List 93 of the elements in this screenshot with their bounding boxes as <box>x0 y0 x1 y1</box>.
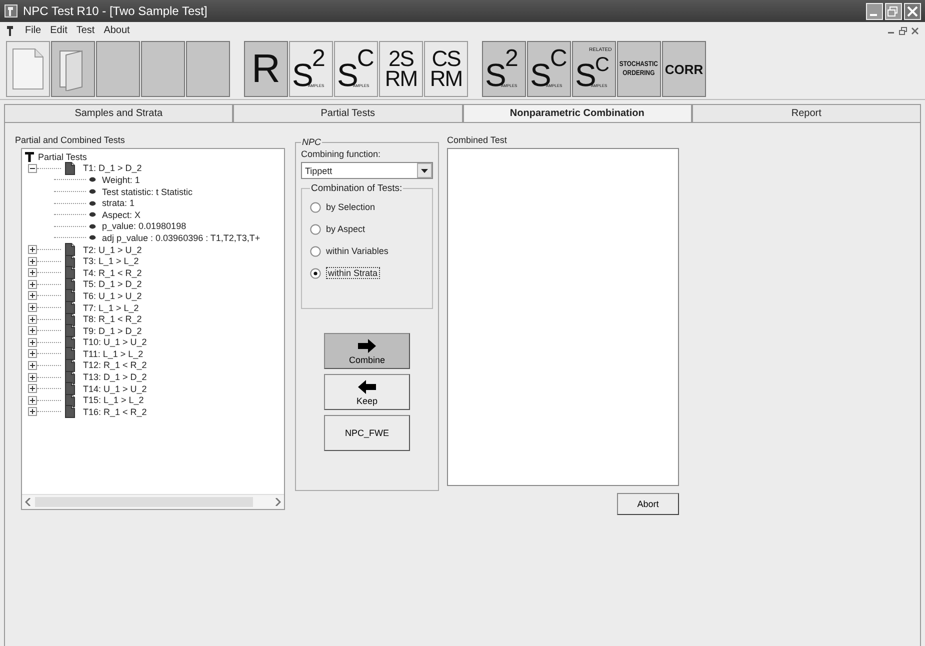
tab[interactable]: Nonparametric Combination <box>462 104 692 122</box>
action-button[interactable]: Combine <box>324 333 410 369</box>
collapse-icon[interactable] <box>28 164 37 173</box>
bullet-icon <box>89 200 96 206</box>
expand-icon[interactable] <box>28 268 37 278</box>
expand-icon[interactable] <box>28 303 37 312</box>
restore-icon[interactable] <box>899 26 907 34</box>
toolbar-button[interactable] <box>96 41 140 97</box>
tree-item[interactable]: T13: D_1 > D_2 <box>80 372 147 382</box>
maximize-icon[interactable] <box>885 2 902 20</box>
tree-item[interactable]: T9: D_1 > D_2 <box>80 326 142 336</box>
abort-button[interactable]: Abort <box>617 493 679 515</box>
radio-label[interactable]: by Aspect <box>326 224 366 234</box>
tree-item[interactable]: T11: L_1 > L_2 <box>80 348 144 359</box>
combining-function-dropdown[interactable]: Tippett <box>301 162 433 179</box>
expand-icon[interactable] <box>28 349 37 358</box>
tree-item[interactable]: adj p_value : 0.03960396 : T1,T2,T3,T+ <box>99 232 260 243</box>
horizontal-scrollbar[interactable] <box>22 494 284 509</box>
toolbar-button[interactable]: CS RM <box>424 41 468 97</box>
window-title: NPC Test R10 - [Two Sample Test] <box>23 4 208 18</box>
bullet-icon <box>89 189 96 194</box>
right-arrow-icon <box>357 338 377 354</box>
tree-item[interactable]: Aspect: X <box>99 210 141 220</box>
expand-icon[interactable] <box>28 245 37 254</box>
app-icon <box>4 4 18 18</box>
radio-button[interactable] <box>310 268 321 278</box>
expand-icon[interactable] <box>28 280 37 289</box>
toolbar-button[interactable] <box>186 41 230 97</box>
expand-icon[interactable] <box>28 372 37 382</box>
panel-title: Combined Test <box>447 135 508 145</box>
radio-label[interactable]: within Strata <box>326 267 380 279</box>
tree-item[interactable]: T8: R_1 < R_2 <box>80 314 142 324</box>
minimize-icon[interactable] <box>866 2 883 20</box>
tree-item[interactable]: T15: L_1 > L_2 <box>80 395 144 406</box>
tree-item[interactable]: T10: U_1 > U_2 <box>80 337 147 348</box>
group-title: NPC <box>301 137 322 147</box>
expand-icon[interactable] <box>28 314 37 324</box>
menu-item[interactable]: About <box>104 25 130 36</box>
toolbar-button[interactable]: CORR <box>662 41 706 97</box>
expand-icon[interactable] <box>28 360 37 370</box>
tree-item[interactable]: T5: D_1 > D_2 <box>80 279 142 290</box>
root-icon <box>25 152 34 162</box>
menu-item[interactable]: Edit <box>50 25 68 36</box>
expand-icon[interactable] <box>28 291 37 300</box>
radio-button[interactable] <box>310 224 321 234</box>
expand-icon[interactable] <box>28 407 37 416</box>
left-arrow-icon <box>357 378 377 394</box>
expand-icon[interactable] <box>28 396 37 405</box>
expand-icon[interactable] <box>28 338 37 347</box>
tree-item[interactable]: T14: U_1 > U_2 <box>80 384 147 394</box>
close-icon[interactable] <box>911 26 919 34</box>
scroll-left-icon[interactable] <box>25 498 31 506</box>
radio-label[interactable]: by Selection <box>326 202 376 212</box>
tree-item[interactable]: T7: L_1 > L_2 <box>80 302 139 313</box>
tree-item[interactable]: Partial Tests <box>35 152 87 162</box>
tree-item[interactable]: T3: L_1 > L_2 <box>80 256 139 266</box>
tree-item[interactable]: T4: R_1 < R_2 <box>80 268 142 278</box>
bullet-icon <box>89 212 96 218</box>
expand-icon[interactable] <box>28 384 37 394</box>
menu-item[interactable]: File <box>25 25 42 36</box>
tree-item[interactable]: T2: U_1 > U_2 <box>80 244 142 255</box>
group-title: Combination of Tests: <box>310 183 404 194</box>
menu-item[interactable]: Test <box>76 25 95 36</box>
tree-item[interactable]: Weight: 1 <box>99 174 140 185</box>
tab[interactable]: Samples and Strata <box>4 104 234 122</box>
toolbar-button[interactable]: 2S RM <box>379 41 423 97</box>
tab[interactable]: Report <box>692 104 921 122</box>
toolbar-button[interactable]: R <box>244 41 288 97</box>
radio-button[interactable] <box>310 202 321 212</box>
panel-title: Partial and Combined Tests <box>15 135 126 145</box>
tree-item[interactable]: T16: R_1 < R_2 <box>80 406 147 417</box>
scroll-right-icon[interactable] <box>275 498 281 506</box>
radio-button[interactable] <box>310 246 321 256</box>
tree-item[interactable]: Test statistic: t Statistic <box>99 186 193 197</box>
tree-item[interactable]: T6: U_1 > U_2 <box>80 290 142 301</box>
action-button[interactable]: NPC_FWE <box>324 415 410 451</box>
tree-item[interactable]: T12: R_1 < R_2 <box>80 360 147 370</box>
bullet-icon <box>89 235 96 240</box>
expand-icon[interactable] <box>28 326 37 336</box>
blank-page-icon <box>11 47 45 91</box>
expand-icon[interactable] <box>28 256 37 266</box>
bullet-icon <box>89 224 96 229</box>
tree-item[interactable]: strata: 1 <box>99 198 135 208</box>
open-file-button[interactable] <box>51 41 95 97</box>
tab[interactable]: Partial Tests <box>233 104 462 122</box>
bullet-icon <box>89 177 96 182</box>
radio-label[interactable]: within Variables <box>326 246 388 256</box>
new-file-button[interactable] <box>6 41 50 97</box>
tree-item[interactable]: T1: D_1 > D_2 <box>80 163 142 174</box>
toolbar-button[interactable] <box>141 41 185 97</box>
field-label: Combining function: <box>301 149 382 159</box>
tree-item[interactable]: p_value: 0.01980198 <box>99 221 186 232</box>
action-button[interactable]: Keep <box>324 374 410 410</box>
